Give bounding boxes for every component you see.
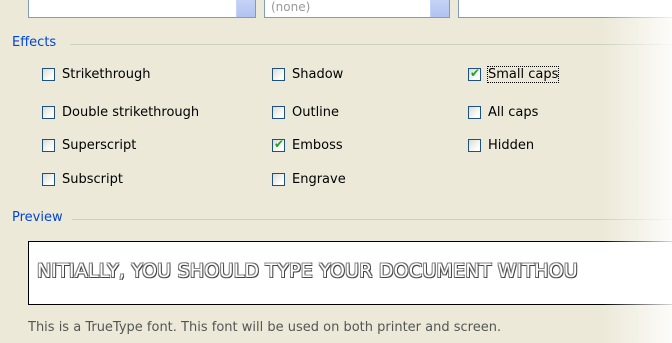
subscript-checkbox[interactable]: Subscript [42,172,123,187]
underline-combo[interactable]: (none) [264,0,450,18]
subscript-label: Subscript [62,172,123,187]
effects-group-title: Effects [12,35,57,50]
checkbox-box[interactable] [468,106,481,119]
strikethrough-label: Strikethrough [62,67,151,82]
shadow-checkbox[interactable]: Shadow [272,67,343,82]
outline-label: Outline [292,105,340,120]
checkbox-box[interactable] [42,68,55,81]
checkbox-box[interactable] [272,68,285,81]
dropdown-arrow-icon[interactable] [236,0,255,17]
checkmark-icon: ✔ [470,66,481,80]
outline-checkbox[interactable]: Outline [272,105,339,120]
preview-group-title: Preview [12,210,63,225]
underline-combo-value: (none) [271,0,311,14]
small-caps-label: Small caps [486,66,560,83]
shadow-label: Shadow [292,67,344,82]
hidden-label: Hidden [488,138,535,153]
checkbox-box[interactable]: ✔ [468,66,481,81]
engrave-label: Engrave [292,172,346,187]
all-caps-checkbox[interactable]: All caps [468,105,538,120]
checkmark-icon: ✔ [274,137,285,151]
checkbox-box[interactable] [42,173,55,186]
emboss-checkbox[interactable]: ✔ Emboss [272,137,343,153]
checkbox-box[interactable] [272,173,285,186]
engrave-checkbox[interactable]: Engrave [272,172,346,187]
dropdown-arrow-icon[interactable] [430,0,449,17]
superscript-label: Superscript [62,138,137,153]
checkbox-box[interactable] [42,106,55,119]
font-info-text: This is a TrueType font. This font will … [28,320,502,335]
checkbox-box[interactable]: ✔ [272,137,285,152]
small-caps-checkbox[interactable]: ✔ Small caps [468,66,560,83]
top-controls: (none) [0,0,672,22]
checkbox-box[interactable] [272,106,285,119]
preview-box: NITIALLY, YOU SHOULD TYPE YOUR DOCUMENT … [28,241,672,305]
preview-sample-text: NITIALLY, YOU SHOULD TYPE YOUR DOCUMENT … [37,260,579,282]
double-strikethrough-checkbox[interactable]: Double strikethrough [42,105,199,120]
preview-divider [72,219,672,220]
underline-color-combo[interactable] [458,0,672,18]
strikethrough-checkbox[interactable]: Strikethrough [42,67,150,82]
double-strikethrough-label: Double strikethrough [62,105,200,120]
effects-divider [70,44,672,45]
superscript-checkbox[interactable]: Superscript [42,138,136,153]
all-caps-label: All caps [488,105,539,120]
checkbox-box[interactable] [468,139,481,152]
emboss-label: Emboss [292,138,343,153]
hidden-checkbox[interactable]: Hidden [468,138,534,153]
font-color-combo[interactable] [28,0,256,18]
checkbox-box[interactable] [42,139,55,152]
